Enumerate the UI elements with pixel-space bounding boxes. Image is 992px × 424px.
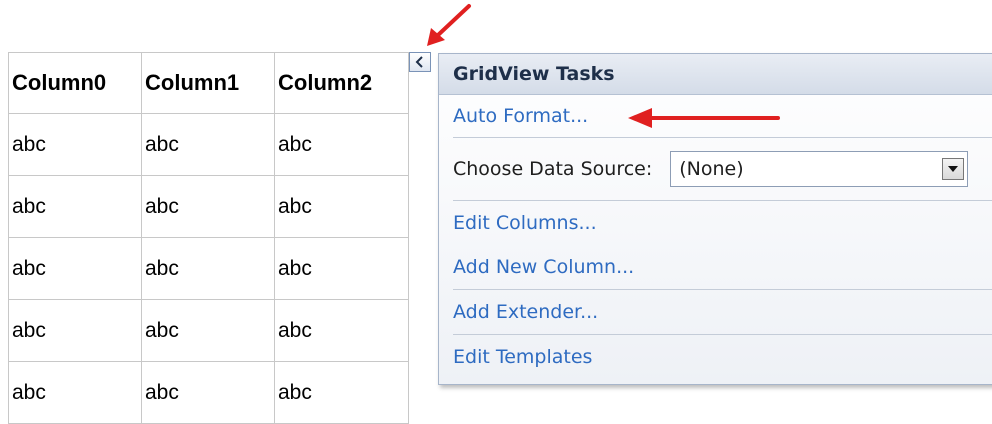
table-cell[interactable]: abc	[8, 175, 142, 238]
table-row: abc abc abc	[8, 361, 409, 424]
header-row: Column0 Column1 Column2	[8, 52, 409, 114]
add-new-column-link[interactable]: Add New Column...	[439, 245, 992, 289]
table-cell[interactable]: abc	[141, 113, 275, 176]
table-cell[interactable]: abc	[141, 237, 275, 300]
table-row: abc abc abc	[8, 237, 409, 300]
table-cell[interactable]: abc	[274, 299, 409, 362]
table-cell[interactable]: abc	[274, 361, 409, 424]
data-source-value: (None)	[679, 158, 744, 180]
dropdown-button[interactable]	[942, 158, 965, 180]
table-row: abc abc abc	[8, 113, 409, 176]
red-arrow-icon	[427, 4, 471, 46]
add-extender-link[interactable]: Add Extender...	[439, 290, 992, 334]
data-source-select[interactable]: (None)	[670, 151, 969, 187]
column-header[interactable]: Column2	[274, 52, 409, 114]
table-cell[interactable]: abc	[8, 299, 142, 362]
table-cell[interactable]: abc	[141, 361, 275, 424]
red-arrow-icon	[628, 108, 780, 128]
table-cell[interactable]: abc	[141, 299, 275, 362]
edit-columns-link[interactable]: Edit Columns...	[439, 201, 992, 245]
table-cell[interactable]: abc	[8, 361, 142, 424]
table-cell[interactable]: abc	[274, 113, 409, 176]
table-cell[interactable]: abc	[8, 237, 142, 300]
table-cell[interactable]: abc	[274, 175, 409, 238]
table-cell[interactable]: abc	[141, 175, 275, 238]
table-row: abc abc abc	[8, 175, 409, 238]
gridview-tasks-panel: GridView Tasks Auto Format... Choose Dat…	[438, 53, 992, 385]
triangle-down-icon	[948, 166, 959, 172]
table-row: abc abc abc	[8, 299, 409, 362]
gridview: Column0 Column1 Column2 abc abc abc abc …	[8, 52, 409, 424]
table-cell[interactable]: abc	[274, 237, 409, 300]
chevron-left-icon	[415, 56, 423, 68]
edit-templates-link[interactable]: Edit Templates	[439, 335, 992, 379]
smart-tag-button[interactable]	[409, 52, 431, 72]
column-header[interactable]: Column0	[8, 52, 142, 114]
data-source-label: Choose Data Source:	[453, 158, 653, 180]
panel-title: GridView Tasks	[439, 54, 992, 95]
column-header[interactable]: Column1	[141, 52, 275, 114]
data-source-row: Choose Data Source: (None)	[439, 138, 992, 200]
table-cell[interactable]: abc	[8, 113, 142, 176]
